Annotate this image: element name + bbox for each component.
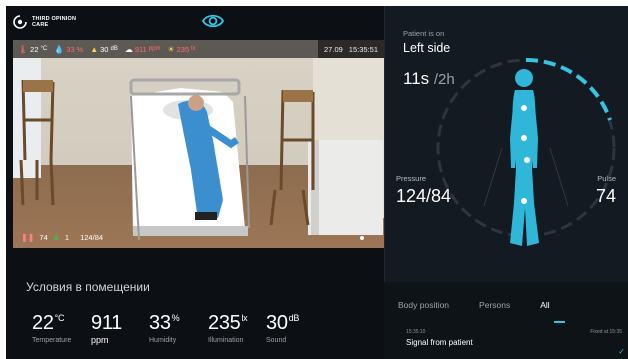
brand-name-line2: CARE: [32, 22, 49, 28]
metric-temperature-label: Temperature: [32, 337, 72, 344]
bottom-count-a: 74: [39, 233, 48, 242]
event-text[interactable]: Signal from patient: [406, 338, 473, 347]
sensor-humidity-unit: %: [76, 44, 84, 54]
camera-bottom-bar: ❚❚ 74 ♟ 1 124/84: [21, 233, 103, 242]
bottom-pressure: 124/84: [80, 233, 104, 242]
pressure-value: 124/84: [396, 186, 452, 206]
sensor-sound: ▲ 30 dB: [90, 45, 118, 54]
camera-feed[interactable]: 🌡 22 °C 💧 33% ▲ 30 dB ☁ 911 ppm ☀ 235 lx 27.…: [13, 40, 384, 248]
metric-temperature-unit: °C: [54, 313, 65, 323]
pulse-label: Pulse: [597, 174, 616, 183]
camera-time: 15:35:51: [348, 44, 378, 54]
body-point-chest: [521, 105, 527, 111]
metric-sound-value: 30: [266, 312, 288, 334]
event-time: 15:35:10: [406, 329, 426, 335]
body-point-knee: [521, 198, 527, 204]
sensor-sound-value: 30: [100, 44, 109, 54]
patient-panel: Patient is on Left side 11s /2h Pressure…: [384, 6, 628, 359]
sensor-temperature-value: 22: [30, 44, 39, 54]
metric-illumination-unit: lx: [241, 313, 248, 323]
progress-ring-fill: [525, 57, 612, 121]
sensor-co2-unit: ppm: [148, 46, 161, 52]
sensor-temperature: 🌡 22 °C: [18, 45, 47, 54]
app-window: THIRD OPINION CARE 🌡 22 °C 💧 33 % ▲ 30 d…: [6, 6, 628, 359]
pressure-label: Pressure: [396, 174, 427, 183]
cloud-icon: ☁: [124, 44, 133, 54]
sensor-humidity-value: 33: [66, 44, 75, 54]
body-figure: [436, 57, 616, 246]
metric-co2-value: 911: [91, 312, 122, 334]
metric-illumination-label: Illumination: [208, 337, 244, 344]
tab-persons[interactable]: Persons: [479, 300, 510, 310]
room-conditions-title: Условия в помещении: [26, 280, 150, 294]
stream-indicator: [360, 236, 364, 240]
check-icon[interactable]: ✓: [618, 347, 625, 356]
header: THIRD OPINION CARE: [6, 6, 384, 38]
metric-sound: 30dB Sound: [266, 312, 299, 344]
pause-icon[interactable]: ❚❚: [21, 233, 34, 242]
events-tabs: Body position Persons All: [398, 300, 580, 310]
thermometer-icon: 🌡: [18, 44, 29, 54]
brand-logo[interactable]: THIRD OPINION CARE: [12, 14, 82, 30]
person-icon: ♟: [52, 233, 60, 242]
sensor-co2-value: 911: [134, 44, 147, 54]
sun-icon: ☀: [167, 44, 175, 54]
metric-humidity: 33% Humidity: [149, 312, 180, 344]
metric-temperature: 22°C Temperature: [32, 312, 71, 344]
drop-icon: 💧: [54, 44, 65, 54]
sensor-humidity: 💧 33%: [54, 45, 83, 54]
metric-humidity-unit: %: [171, 313, 180, 323]
metric-temperature-value: 22: [32, 312, 54, 334]
pulse-value: 74: [595, 186, 616, 206]
camera-timestamp: 27.09 15:35:51: [318, 40, 384, 58]
active-tab-underline: [554, 321, 565, 323]
metric-humidity-value: 33: [149, 312, 171, 334]
metric-co2-label: ppm: [91, 335, 109, 345]
body-silhouette: [510, 69, 539, 246]
metric-sound-unit: dB: [288, 313, 300, 323]
sensor-sound-unit: dB: [110, 46, 118, 52]
metric-humidity-label: Humidity: [149, 337, 177, 344]
sensor-temperature-unit: °C: [40, 46, 48, 52]
metric-sound-label: Sound: [266, 337, 287, 344]
sensor-co2: ☁ 911 ppm: [125, 45, 161, 54]
sensor-light-value: 235: [176, 44, 190, 54]
sensor-light: ☀ 235 lx: [167, 45, 195, 54]
bottom-count-b: 1: [64, 233, 70, 242]
logo-icon: [13, 15, 27, 29]
metric-illumination: 235lx Illumination: [208, 312, 248, 344]
patient-label: Patient is on: [403, 29, 445, 38]
tab-all[interactable]: All: [540, 300, 549, 310]
tab-body-position[interactable]: Body position: [398, 300, 449, 310]
camera-scene: [13, 58, 384, 241]
eye-icon[interactable]: [202, 12, 224, 30]
sensor-light-unit: lx: [191, 46, 196, 52]
metric-illumination-value: 235: [208, 312, 241, 334]
metric-co2: 911 ppm: [91, 312, 122, 345]
camera-date: 27.09: [324, 44, 343, 54]
sound-icon: ▲: [90, 44, 99, 54]
events-panel: [384, 282, 628, 359]
body-point-abdomen: [521, 135, 527, 141]
brand-name: THIRD OPINION CARE: [32, 16, 82, 28]
body-point-hip: [524, 157, 530, 163]
event-fixed-time: Fixed at 15:35: [590, 329, 622, 335]
